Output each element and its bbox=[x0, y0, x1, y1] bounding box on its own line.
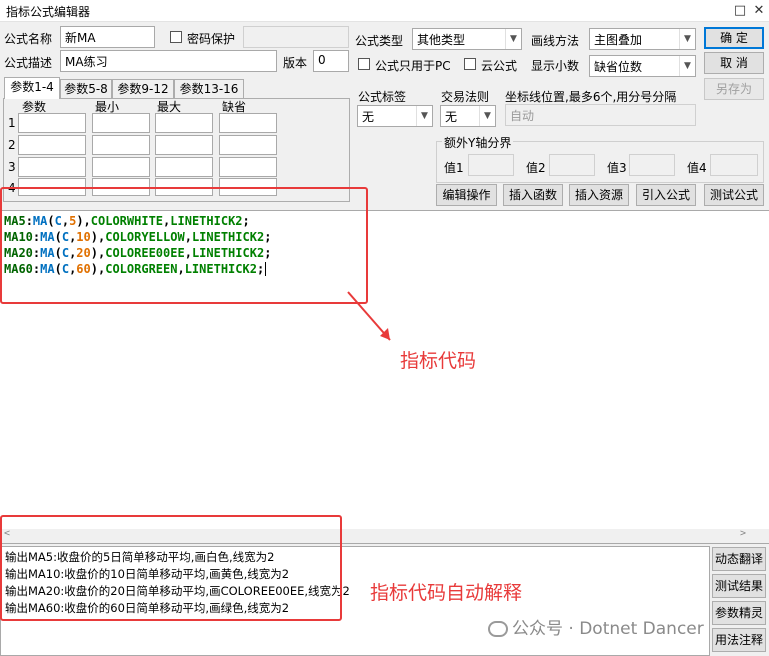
param-name-input[interactable] bbox=[18, 157, 86, 177]
param-name-input[interactable] bbox=[18, 135, 86, 155]
test-result-button[interactable]: 测试结果 bbox=[712, 574, 766, 598]
row-number: 2 bbox=[8, 138, 16, 152]
chevron-down-icon: ▼ bbox=[679, 56, 695, 76]
chevron-down-icon: ▼ bbox=[416, 106, 432, 126]
y-value-input[interactable] bbox=[710, 154, 758, 176]
y-value-label: 值4 bbox=[687, 161, 707, 175]
coord-line-input[interactable]: 自动 bbox=[505, 104, 696, 126]
cloud-formula-checkbox[interactable] bbox=[464, 58, 476, 70]
param-default-input[interactable] bbox=[219, 135, 277, 155]
annotation-arrow bbox=[347, 291, 391, 341]
code-annotation-label: 指标代码 bbox=[400, 350, 477, 372]
cloud-formula-label: 云公式 bbox=[481, 59, 518, 73]
param-min-input[interactable] bbox=[92, 135, 150, 155]
y-value-input[interactable] bbox=[629, 154, 675, 176]
insert-resource-button[interactable]: 插入资源 bbox=[569, 184, 629, 206]
edit-operation-button[interactable]: 编辑操作 bbox=[436, 184, 497, 206]
scroll-right-icon[interactable]: > bbox=[740, 528, 746, 539]
maximize-icon[interactable]: □ bbox=[730, 1, 750, 21]
formula-tag-label: 公式标签 bbox=[358, 90, 407, 104]
import-formula-button[interactable]: 引入公式 bbox=[636, 184, 696, 206]
save-as-button[interactable]: 另存为 bbox=[704, 78, 764, 100]
trade-rule-select[interactable]: 无 ▼ bbox=[440, 105, 496, 127]
code-highlight-box bbox=[0, 187, 368, 304]
param-wizard-button[interactable]: 参数精灵 bbox=[712, 601, 766, 625]
formula-name-label: 公式名称 bbox=[4, 32, 53, 46]
formula-type-select[interactable]: 其他类型 ▼ bbox=[412, 28, 522, 50]
formula-name-input[interactable]: 新MA bbox=[60, 26, 155, 48]
password-label: 密码保护 bbox=[187, 32, 236, 46]
y-value-label: 值1 bbox=[444, 161, 464, 175]
close-icon[interactable]: ✕ bbox=[749, 1, 769, 21]
chevron-down-icon: ▼ bbox=[505, 29, 521, 49]
dynamic-translate-button[interactable]: 动态翻译 bbox=[712, 547, 766, 571]
row-number: 1 bbox=[8, 116, 16, 130]
param-name-input[interactable] bbox=[18, 113, 86, 133]
param-min-input[interactable] bbox=[92, 157, 150, 177]
chevron-down-icon: ▼ bbox=[479, 106, 495, 126]
insert-function-button[interactable]: 插入函数 bbox=[503, 184, 563, 206]
param-min-input[interactable] bbox=[92, 113, 150, 133]
param-max-input[interactable] bbox=[155, 157, 213, 177]
window-title: 指标公式编辑器 bbox=[6, 5, 91, 19]
draw-method-select[interactable]: 主图叠加 ▼ bbox=[589, 28, 696, 50]
wechat-icon bbox=[488, 621, 508, 637]
param-max-input[interactable] bbox=[155, 113, 213, 133]
watermark-text: 公众号 · Dotnet Dancer bbox=[512, 619, 704, 639]
ok-button[interactable]: 确 定 bbox=[704, 27, 764, 49]
tab-params-1-4[interactable]: 参数1-4 bbox=[4, 77, 60, 99]
y-value-input[interactable] bbox=[549, 154, 595, 176]
test-formula-button[interactable]: 测试公式 bbox=[704, 184, 764, 206]
formula-type-value: 其他类型 bbox=[417, 33, 466, 47]
version-label: 版本 bbox=[283, 56, 308, 70]
tab-params-9-12[interactable]: 参数9-12 bbox=[112, 79, 174, 99]
draw-method-value: 主图叠加 bbox=[594, 33, 643, 47]
y-value-label: 值3 bbox=[607, 161, 627, 175]
formula-tag-select[interactable]: 无 ▼ bbox=[357, 105, 433, 127]
watermark: 公众号 · Dotnet Dancer bbox=[488, 614, 704, 639]
row-number: 3 bbox=[8, 160, 16, 174]
decimal-value: 缺省位数 bbox=[594, 60, 643, 74]
coord-line-label: 坐标线位置,最多6个,用分号分隔 bbox=[505, 90, 677, 104]
y-axis-group-title: 额外Y轴分界 bbox=[442, 134, 514, 151]
y-value-label: 值2 bbox=[526, 161, 546, 175]
formula-desc-label: 公式描述 bbox=[4, 56, 53, 70]
trade-rule-label: 交易法则 bbox=[441, 90, 490, 104]
usage-notes-button[interactable]: 用法注释 bbox=[712, 628, 766, 652]
title-bar: 指标公式编辑器 □ ✕ bbox=[0, 0, 769, 22]
chevron-down-icon: ▼ bbox=[679, 29, 695, 49]
param-default-input[interactable] bbox=[219, 113, 277, 133]
trade-rule-value: 无 bbox=[445, 110, 458, 124]
cancel-button[interactable]: 取 消 bbox=[704, 52, 764, 74]
explain-highlight-box bbox=[0, 515, 342, 621]
pc-only-label: 公式只用于PC bbox=[375, 59, 451, 73]
decimal-select[interactable]: 缺省位数 ▼ bbox=[589, 55, 696, 77]
formula-type-label: 公式类型 bbox=[355, 34, 404, 48]
tab-params-13-16[interactable]: 参数13-16 bbox=[174, 79, 244, 99]
decimal-label: 显示小数 bbox=[531, 59, 580, 73]
password-checkbox[interactable] bbox=[170, 31, 182, 43]
version-input[interactable]: 0 bbox=[313, 50, 349, 72]
y-value-input[interactable] bbox=[468, 154, 514, 176]
pc-only-checkbox[interactable] bbox=[358, 58, 370, 70]
param-max-input[interactable] bbox=[155, 135, 213, 155]
draw-method-label: 画线方法 bbox=[531, 34, 580, 48]
formula-desc-input[interactable]: MA练习 bbox=[60, 50, 277, 72]
password-input[interactable] bbox=[243, 26, 349, 48]
tab-params-5-8[interactable]: 参数5-8 bbox=[60, 79, 112, 99]
formula-tag-value: 无 bbox=[362, 110, 375, 124]
explain-annotation-label: 指标代码自动解释 bbox=[370, 582, 523, 604]
param-default-input[interactable] bbox=[219, 157, 277, 177]
